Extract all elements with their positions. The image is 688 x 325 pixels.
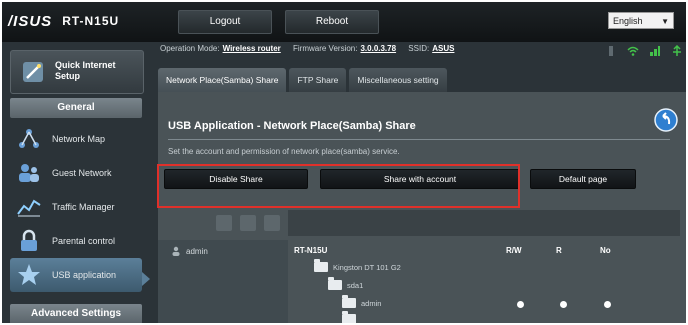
sidebar-item-usb-application[interactable]: USB application — [10, 258, 142, 292]
back-arrow-icon[interactable] — [654, 108, 678, 132]
status-line: Operation Mode: Wireless router Firmware … — [160, 44, 540, 58]
folder-icon — [342, 311, 356, 323]
folder-toolbar — [288, 210, 680, 236]
tab-samba-share[interactable]: Network Place(Samba) Share — [158, 68, 287, 92]
disk-label: Kingston DT 101 G2 — [333, 262, 401, 272]
sidebar-item-label: Traffic Manager — [52, 202, 115, 212]
sidebar-item-traffic-manager[interactable]: Traffic Manager — [10, 190, 142, 224]
wifi-icon[interactable] — [627, 45, 639, 57]
account-item[interactable]: admin — [172, 246, 208, 256]
brand-logo: /ISUS — [8, 12, 53, 30]
language-value: English — [613, 16, 643, 26]
active-item-pointer — [142, 272, 150, 286]
col-read-write: R/W — [506, 246, 522, 255]
sidebar-item-label: Network Map — [52, 134, 106, 144]
folder-tree: RT-N15U R/W R No Kingston DT 101 G2 sda1… — [288, 240, 686, 323]
model-name: RT-N15U — [62, 14, 120, 28]
share-toolbar — [158, 210, 686, 236]
lock-icon — [21, 229, 37, 251]
op-mode-link[interactable]: Wireless router — [223, 44, 281, 53]
firmware-link[interactable]: 3.0.0.3.78 — [360, 44, 396, 53]
ssid-link[interactable]: ASUS — [432, 44, 454, 53]
highlight-annotation — [157, 164, 520, 208]
guest-network-icon — [19, 164, 39, 182]
chevron-down-icon: ▼ — [661, 17, 669, 26]
folder-row-2[interactable] — [342, 311, 356, 323]
network-map-icon — [19, 129, 39, 148]
op-mode-label: Operation Mode: — [160, 44, 220, 53]
asus-logo: /ISUS RT-N15U — [8, 11, 119, 31]
ssid-label: SSID: — [408, 44, 430, 53]
partition-row[interactable]: sda1 — [328, 277, 364, 290]
usb-status-icon[interactable] — [605, 45, 617, 57]
firmware-label: Firmware Version: — [293, 44, 358, 53]
disk-icon — [314, 259, 328, 272]
language-select[interactable]: English ▼ — [608, 12, 674, 29]
sidebar-item-label: Parental control — [52, 236, 116, 246]
tab-misc-setting[interactable]: Miscellaneous setting — [349, 68, 447, 92]
device-name: RT-N15U — [294, 246, 328, 255]
radio-no-access[interactable] — [604, 301, 611, 308]
disk-row[interactable]: Kingston DT 101 G2 — [314, 259, 401, 272]
default-page-button[interactable]: Default page — [530, 169, 636, 189]
qis-label: Quick Internet Setup — [55, 60, 116, 81]
page-title: USB Application - Network Place(Samba) S… — [168, 120, 416, 132]
page-description: Set the account and permission of networ… — [168, 147, 400, 156]
folder-row[interactable]: admin — [342, 295, 382, 308]
account-tool-icons — [216, 215, 280, 231]
account-name: admin — [186, 246, 208, 256]
sidebar-item-network-map[interactable]: Network Map — [10, 122, 142, 156]
traffic-manager-icon — [17, 199, 41, 217]
sidebar-item-parental-control[interactable]: Parental control — [10, 224, 142, 258]
general-section-header: General — [10, 98, 142, 118]
advanced-section-header: Advanced Settings — [10, 304, 142, 323]
tab-bar: Network Place(Samba) Share FTP Share Mis… — [158, 68, 447, 92]
usb-application-icon — [18, 264, 40, 285]
router-admin-window: /ISUS RT-N15U Logout Reboot English ▼ Qu… — [2, 2, 686, 323]
top-bar: /ISUS RT-N15U Logout Reboot English ▼ — [2, 2, 686, 42]
status-icons — [605, 45, 683, 57]
remove-account-icon[interactable] — [240, 215, 256, 231]
partition-icon — [328, 277, 342, 290]
col-read: R — [556, 246, 562, 255]
edit-account-icon[interactable] — [264, 215, 280, 231]
sidebar-item-guest-network[interactable]: Guest Network — [10, 156, 142, 190]
folder-icon — [342, 295, 356, 308]
sidebar-item-label: Guest Network — [52, 168, 112, 178]
title-divider — [168, 139, 670, 140]
partition-label: sda1 — [347, 280, 364, 290]
user-icon — [172, 246, 180, 256]
col-no-access: No — [600, 246, 611, 255]
reboot-button[interactable]: Reboot — [285, 10, 379, 34]
radio-read-write[interactable] — [517, 301, 524, 308]
account-list: admin — [158, 240, 288, 323]
usb-device-icon[interactable] — [671, 45, 683, 57]
folder-label: admin — [361, 298, 382, 308]
network-status-icon[interactable] — [649, 45, 661, 57]
logout-button[interactable]: Logout — [178, 10, 272, 34]
radio-read[interactable] — [560, 301, 567, 308]
sidebar-item-label: USB application — [52, 270, 117, 280]
tab-ftp-share[interactable]: FTP Share — [289, 68, 347, 92]
wand-icon — [23, 62, 43, 82]
sidebar: Quick Internet Setup General Network Map… — [2, 42, 150, 323]
add-account-icon[interactable] — [216, 215, 232, 231]
quick-internet-setup-button[interactable]: Quick Internet Setup — [10, 50, 144, 94]
